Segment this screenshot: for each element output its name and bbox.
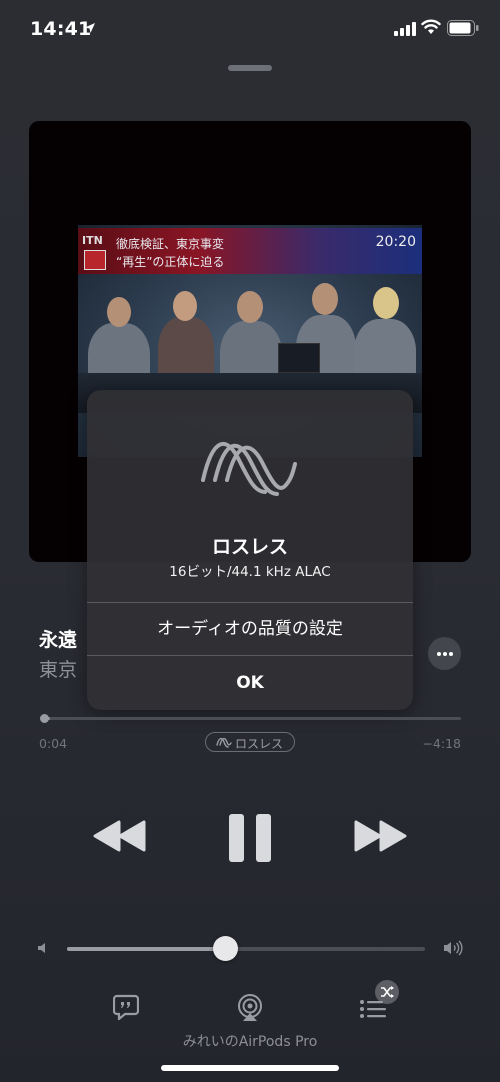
elapsed-time: 0:04: [39, 736, 68, 751]
audio-quality-settings-button[interactable]: オーディオの品質の設定: [87, 603, 413, 655]
volume-high-icon: [444, 940, 463, 956]
cellular-signal-icon: [394, 22, 416, 36]
more-options-button[interactable]: [428, 637, 461, 670]
ellipsis-icon: [437, 652, 441, 656]
status-bar: 14:41: [0, 0, 500, 60]
channel-name: ITN: [82, 234, 103, 247]
battery-icon: [447, 20, 479, 36]
pause-button[interactable]: [229, 814, 271, 862]
news-headline-2: “再生”の正体に迫る: [116, 255, 225, 269]
next-track-button[interactable]: [353, 820, 407, 852]
sheet-grabber[interactable]: [228, 65, 272, 71]
lossless-wave-icon: [216, 737, 232, 748]
progress-scrubber[interactable]: [40, 714, 49, 723]
location-arrow-icon: [85, 23, 95, 33]
news-ticker: ITN 徹底検証、東京事変 “再生”の正体に迫る 20:20: [78, 228, 422, 274]
lossless-wave-icon: [201, 442, 297, 496]
dialog-divider: [87, 655, 413, 656]
lossless-badge-label: ロスレス: [235, 737, 284, 751]
lossless-badge[interactable]: ロスレス: [205, 732, 295, 752]
wifi-icon: [421, 19, 441, 34]
lyrics-quote-icon[interactable]: [113, 994, 139, 1020]
track-title: 永遠: [39, 629, 78, 651]
news-clock: 20:20: [375, 234, 416, 250]
previous-track-button[interactable]: [93, 820, 147, 852]
status-time: 14:41: [30, 18, 92, 40]
audio-format: 16ビット/44.1 kHz ALAC: [169, 564, 331, 580]
output-device-name[interactable]: みれいのAirPods Pro: [0, 1031, 500, 1051]
volume-low-icon: [38, 943, 45, 953]
lossless-info-dialog: ロスレス 16ビット/44.1 kHz ALAC オーディオの品質の設定 OK: [87, 390, 413, 710]
channel-logo: [84, 250, 106, 270]
news-headline-1: 徹底検証、東京事変: [116, 237, 225, 251]
dialog-title: ロスレス: [211, 536, 288, 558]
home-indicator[interactable]: [161, 1065, 339, 1071]
volume-slider[interactable]: [67, 947, 425, 951]
volume-knob[interactable]: [213, 936, 238, 961]
ok-button[interactable]: OK: [87, 657, 413, 709]
airplay-audio-icon[interactable]: [236, 994, 264, 1022]
volume-fill: [67, 947, 225, 951]
artist-name[interactable]: 東京: [39, 655, 77, 682]
queue-list-icon[interactable]: [359, 996, 387, 1020]
playback-progress-bar[interactable]: [44, 717, 461, 720]
remaining-time: −4:18: [422, 736, 461, 751]
